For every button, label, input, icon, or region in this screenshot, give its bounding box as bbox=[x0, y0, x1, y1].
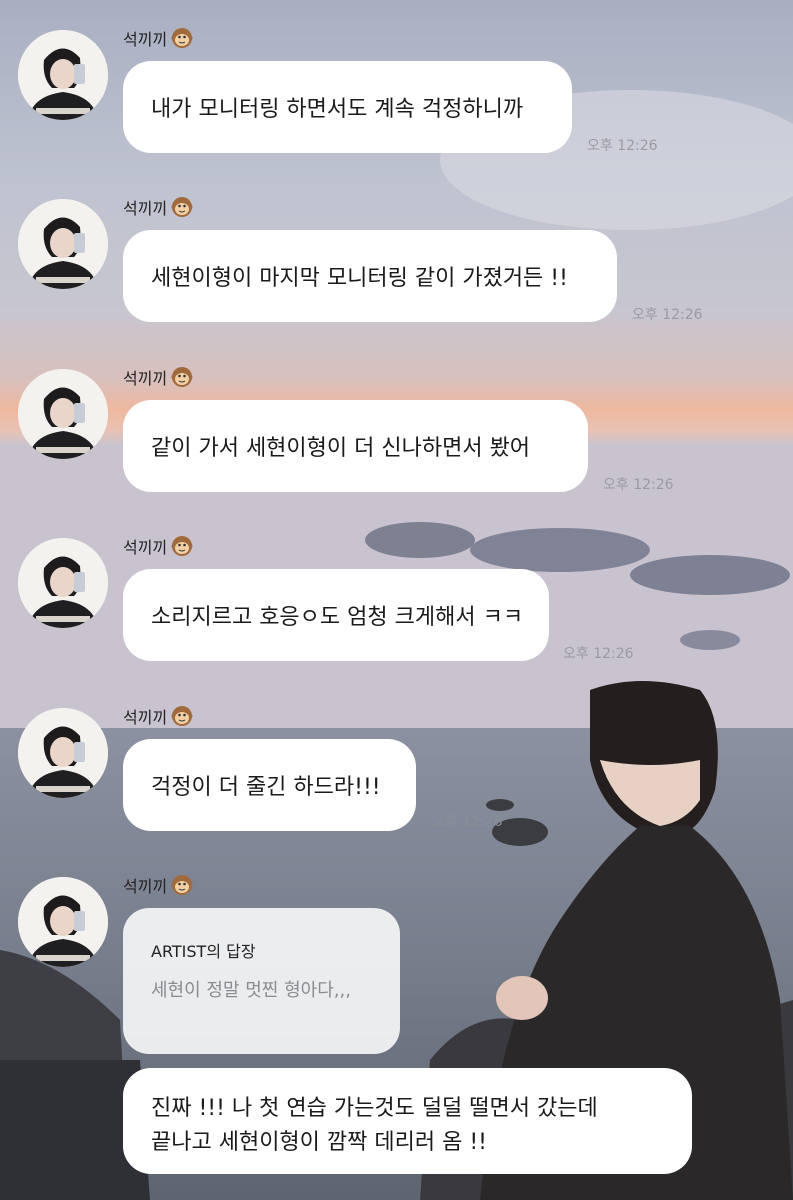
monkey-emoji-icon bbox=[171, 874, 193, 896]
avatar[interactable] bbox=[18, 369, 108, 459]
monkey-emoji-icon bbox=[171, 366, 193, 388]
message-bubble[interactable]: 소리지르고 호응ㅇ도 엄청 크게해서 ㅋㅋ bbox=[123, 569, 549, 661]
message-time: 오후 12:26 bbox=[563, 646, 634, 662]
message-bubble[interactable]: 같이 가서 세현이형이 더 신나하면서 봤어 bbox=[123, 400, 588, 492]
message-time: 오후 12:26 bbox=[603, 477, 674, 493]
reply-quoted-text: 세현이 정말 멋찐 형아다,,, bbox=[151, 980, 351, 1001]
sender-name: 석끼끼 bbox=[123, 26, 193, 50]
avatar[interactable] bbox=[18, 30, 108, 120]
message-bubble[interactable]: 걱정이 더 줄긴 하드라!!! bbox=[123, 739, 416, 831]
avatar[interactable] bbox=[18, 708, 108, 798]
avatar[interactable] bbox=[18, 877, 108, 967]
message-time: 오후 12:26 bbox=[587, 138, 658, 154]
sender-name: 석끼끼 bbox=[123, 195, 193, 219]
reply-line: 진짜 !!! 나 첫 연습 가는것도 덜덜 떨면서 갔는데 bbox=[151, 1096, 598, 1121]
monkey-emoji-icon bbox=[171, 27, 193, 49]
sender-name-text: 석끼끼 bbox=[123, 708, 168, 727]
message-time: 오후 12:26 bbox=[432, 814, 503, 830]
reply-line: 끝나고 세현이형이 깜짝 데리러 옴 !! bbox=[151, 1130, 487, 1155]
message-bubble[interactable]: 세현이형이 마지막 모니터링 같이 가졌거든 !! bbox=[123, 230, 617, 322]
reply-message-bubble[interactable]: 진짜 !!! 나 첫 연습 가는것도 덜덜 떨면서 갔는데 끝나고 세현이형이 … bbox=[123, 1068, 692, 1174]
sender-name-text: 석끼끼 bbox=[123, 877, 168, 896]
sender-name-text: 석끼끼 bbox=[123, 369, 168, 388]
sender-name: 석끼끼 bbox=[123, 365, 193, 389]
sender-name: 석끼끼 bbox=[123, 704, 193, 728]
monkey-emoji-icon bbox=[171, 535, 193, 557]
sender-name: 석끼끼 bbox=[123, 534, 193, 558]
avatar[interactable] bbox=[18, 199, 108, 289]
sender-name-text: 석끼끼 bbox=[123, 30, 168, 49]
sender-name: 석끼끼 bbox=[123, 873, 193, 897]
message-bubble[interactable]: 내가 모니터링 하면서도 계속 걱정하니까 bbox=[123, 61, 572, 153]
sender-name-text: 석끼끼 bbox=[123, 199, 168, 218]
sender-name-text: 석끼끼 bbox=[123, 538, 168, 557]
reply-title: ARTIST의 답장 bbox=[151, 942, 256, 961]
monkey-emoji-icon bbox=[171, 705, 193, 727]
monkey-emoji-icon bbox=[171, 196, 193, 218]
avatar[interactable] bbox=[18, 538, 108, 628]
message-time: 오후 12:26 bbox=[632, 307, 703, 323]
reply-quote-bubble[interactable]: ARTIST의 답장 세현이 정말 멋찐 형아다,,, bbox=[123, 908, 400, 1054]
